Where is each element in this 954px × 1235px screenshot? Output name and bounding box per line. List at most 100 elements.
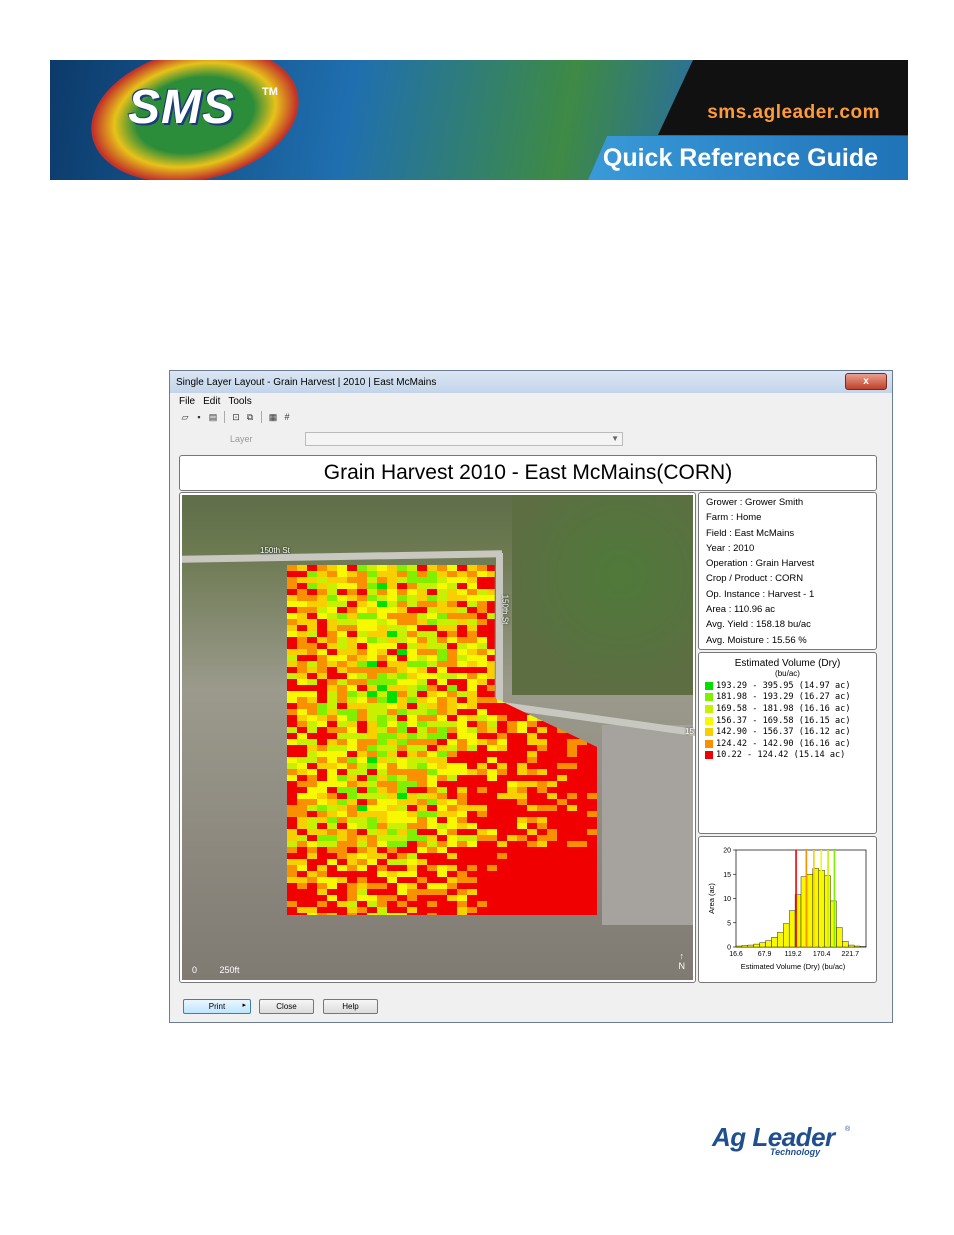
yield-cell	[467, 583, 477, 589]
yield-cell	[497, 811, 507, 817]
copy-icon[interactable]: ⧉	[244, 412, 256, 423]
yield-cell	[437, 673, 447, 679]
yield-cell	[437, 613, 447, 619]
yield-cell	[567, 865, 577, 871]
yield-cell	[307, 865, 317, 871]
yield-cell	[567, 907, 577, 913]
yield-cell	[297, 913, 307, 915]
yield-cell	[467, 769, 477, 775]
yield-cell	[347, 571, 357, 577]
yield-cell	[377, 739, 387, 745]
layer-dropdown[interactable]: ▼	[305, 432, 623, 446]
aerial-map[interactable]: 150th St 150th St 15 0 250ft ↑ N	[181, 495, 695, 980]
zoom-icon[interactable]: ⊡	[230, 412, 242, 423]
help-button[interactable]: Help	[323, 999, 378, 1014]
yield-cell	[457, 649, 467, 655]
histogram-bar	[783, 923, 790, 948]
yield-cell	[287, 733, 297, 739]
yield-cell	[407, 811, 417, 817]
yield-cell	[387, 625, 397, 631]
save-icon[interactable]: ▪	[193, 412, 205, 423]
yield-cell	[487, 895, 497, 901]
yield-cell	[407, 847, 417, 853]
yield-cell	[317, 835, 327, 841]
yield-cell	[437, 769, 447, 775]
yield-cell	[457, 787, 467, 793]
yield-cell	[487, 913, 497, 915]
print-dropdown-arrow-icon[interactable]: ▸	[242, 1001, 246, 1009]
yield-cell	[457, 673, 467, 679]
yield-cell	[397, 721, 407, 727]
yield-cell	[397, 577, 407, 583]
yield-cell	[507, 835, 517, 841]
yield-cell	[417, 715, 427, 721]
yield-cell	[407, 913, 417, 915]
yield-cell	[357, 667, 367, 673]
yield-cell	[427, 805, 437, 811]
print-icon[interactable]: ▤	[207, 412, 219, 423]
yield-cell	[347, 913, 357, 915]
menu-edit[interactable]: Edit	[203, 396, 220, 407]
yield-cell	[467, 847, 477, 853]
yield-cell	[577, 727, 587, 733]
yield-cell	[347, 637, 357, 643]
grid-alt-icon[interactable]: #	[281, 412, 293, 423]
yield-cell	[347, 841, 357, 847]
yield-cell	[357, 637, 367, 643]
yield-cell	[527, 841, 537, 847]
window-titlebar[interactable]: Single Layer Layout - Grain Harvest | 20…	[170, 371, 892, 393]
yield-cell	[467, 889, 477, 895]
yield-cell	[557, 787, 567, 793]
window-close-button[interactable]: x	[845, 373, 887, 390]
yield-cell	[487, 769, 497, 775]
yield-cell	[447, 895, 457, 901]
yield-cell	[357, 841, 367, 847]
chevron-down-icon: ▼	[611, 434, 619, 443]
yield-cell	[507, 781, 517, 787]
yield-cell	[297, 787, 307, 793]
yield-cell	[527, 853, 537, 859]
grid-icon[interactable]: ▦	[267, 412, 279, 423]
yield-cell	[437, 607, 447, 613]
yield-cell	[327, 877, 337, 883]
ag-leader-registered: ®	[845, 1126, 851, 1133]
yield-cell	[337, 601, 347, 607]
yield-cell	[457, 847, 467, 853]
yield-cell	[427, 787, 437, 793]
print-button[interactable]: Print ▸	[183, 999, 251, 1014]
yield-cell	[437, 589, 447, 595]
yield-cell	[397, 649, 407, 655]
yield-cell	[427, 577, 437, 583]
yield-cell	[537, 715, 547, 721]
yield-cell	[297, 847, 307, 853]
yield-cell	[457, 643, 467, 649]
yield-cell	[517, 823, 527, 829]
yield-cell	[367, 901, 377, 907]
yield-cell	[347, 589, 357, 595]
yield-cell	[327, 571, 337, 577]
map-panel[interactable]: 150th St 150th St 15 0 250ft ↑ N	[179, 492, 696, 983]
yield-cell	[317, 661, 327, 667]
yield-cell	[297, 751, 307, 757]
yield-cell	[477, 871, 487, 877]
yield-cell	[477, 865, 487, 871]
yield-cell	[347, 859, 357, 865]
yield-cell	[347, 829, 357, 835]
yield-cell	[477, 577, 487, 583]
yield-cell	[437, 643, 447, 649]
menu-tools[interactable]: Tools	[228, 396, 251, 407]
yield-cell	[417, 733, 427, 739]
layout-title: Grain Harvest 2010 - East McMains(CORN)	[179, 455, 877, 491]
yield-cell	[327, 751, 337, 757]
yield-cell	[547, 799, 557, 805]
menu-file[interactable]: File	[179, 396, 195, 407]
yield-cell	[317, 763, 327, 769]
yield-cell	[387, 577, 397, 583]
yield-cell	[427, 895, 437, 901]
open-icon[interactable]: ▱	[179, 412, 191, 423]
yield-cell	[307, 607, 317, 613]
info-field: Field : East McMains	[706, 527, 795, 539]
yield-cell	[307, 853, 317, 859]
close-button[interactable]: Close	[259, 999, 314, 1014]
yield-cell	[347, 655, 357, 661]
